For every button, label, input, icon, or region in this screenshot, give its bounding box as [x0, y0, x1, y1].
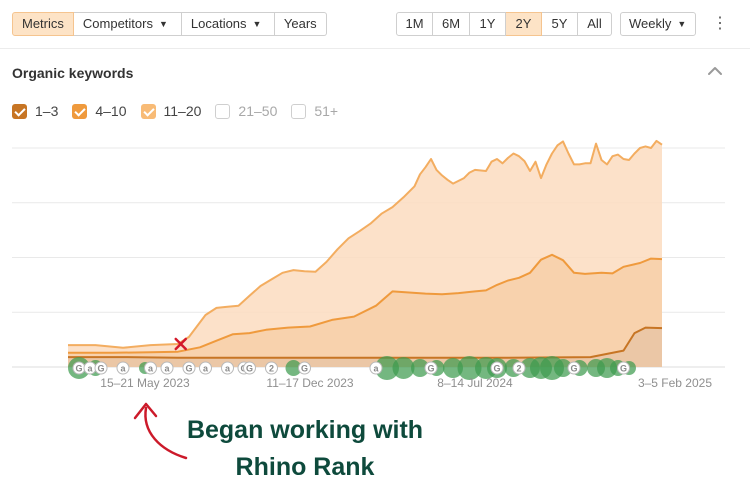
google-event-glyph: G	[75, 364, 82, 374]
range-selector: 1M 6M 1Y 2Y 5Y All	[396, 12, 612, 36]
view-tabs: Metrics Competitors ▼ Locations ▼ Years	[12, 12, 327, 36]
google-event-glyph: G	[185, 364, 192, 374]
legend-label: 11–20	[163, 103, 202, 119]
checkbox-unchecked-icon[interactable]	[291, 103, 307, 119]
range-6m-button[interactable]: 6M	[433, 12, 470, 36]
x-tick-label: 3–5 Feb 2025	[638, 376, 712, 390]
legend-label: 1–3	[35, 103, 59, 119]
google-event-glyph: G	[620, 364, 627, 374]
competitors-dropdown[interactable]: Competitors ▼	[73, 12, 182, 36]
competitors-label: Competitors	[82, 16, 153, 31]
legend: 1–3 4–10 11–20 21–50 51+	[12, 101, 352, 121]
toolbar: Metrics Competitors ▼ Locations ▼ Years 1M…	[12, 12, 738, 36]
google-event-glyph: G	[97, 364, 104, 374]
interval-dropdown[interactable]: Weekly ▼	[620, 12, 696, 36]
legend-item-11-20[interactable]: 11–20	[140, 101, 202, 121]
legend-label: 21–50	[238, 103, 278, 119]
checkbox-checked-icon[interactable]	[140, 103, 156, 119]
kebab-icon[interactable]: ⋮	[712, 14, 728, 34]
checkbox-checked-icon[interactable]	[72, 103, 88, 119]
tab-metrics[interactable]: Metrics	[12, 12, 74, 36]
interval-label: Weekly	[629, 16, 672, 31]
google-event-glyph: G	[570, 364, 577, 374]
legend-item-4-10[interactable]: 4–10	[72, 101, 127, 121]
range-5y-button[interactable]: 5Y	[542, 12, 578, 36]
checkbox-checked-icon[interactable]	[12, 103, 27, 119]
x-tick-label: 15–21 May 2023	[100, 376, 190, 390]
chevron-up-icon[interactable]	[706, 62, 724, 80]
google-event-glyph: G	[246, 364, 253, 374]
tab-years[interactable]: Years	[274, 12, 327, 36]
range-5y-label: 5Y	[551, 16, 568, 31]
two-event-glyph: 2	[516, 364, 521, 374]
organic-keywords-chart: GaGaaaGaaGG2GaGG2GG15–21 May 202311–17 D…	[12, 139, 725, 390]
legend-label: 4–10	[95, 103, 127, 119]
divider	[0, 48, 750, 49]
x-tick-label: 8–14 Jul 2024	[437, 376, 513, 390]
caret-down-icon: ▼	[677, 19, 687, 29]
checkbox-unchecked-icon[interactable]	[215, 103, 231, 119]
legend-item-21-50[interactable]: 21–50	[215, 101, 277, 121]
legend-item-1-3[interactable]: 1–3	[12, 101, 58, 121]
locations-label: Locations	[190, 16, 247, 31]
locations-dropdown[interactable]: Locations ▼	[181, 12, 275, 36]
range-2y-button[interactable]: 2Y	[506, 12, 542, 36]
legend-item-51-plus[interactable]: 51+	[291, 101, 338, 121]
range-1m-button[interactable]: 1M	[396, 12, 433, 36]
google-event-glyph: G	[427, 364, 434, 374]
panel-title: Organic keywords	[12, 65, 134, 81]
range-1y-button[interactable]: 1Y	[470, 12, 506, 36]
legend-label: 51+	[314, 103, 339, 119]
google-event-glyph: G	[493, 364, 500, 374]
two-event-glyph: 2	[269, 364, 274, 374]
x-tick-label: 11–17 Dec 2023	[266, 376, 354, 390]
range-6m-label: 6M	[441, 16, 461, 31]
caret-down-icon: ▼	[158, 19, 168, 29]
caret-down-icon: ▼	[252, 19, 262, 29]
range-1y-label: 1Y	[479, 16, 496, 31]
tab-years-label: Years	[283, 16, 317, 31]
google-event-glyph: G	[301, 364, 308, 374]
arrow-head-icon	[133, 402, 158, 420]
tab-metrics-label: Metrics	[22, 16, 64, 31]
annotation-line-1: Began working with	[186, 416, 424, 444]
annotation-line-2: Rhino Rank	[235, 453, 375, 481]
range-1m-label: 1M	[405, 16, 424, 31]
range-2y-label: 2Y	[515, 16, 532, 31]
range-all-button[interactable]: All	[578, 12, 612, 36]
range-all-label: All	[587, 16, 602, 31]
annotation-text: Began working with Rhino Rank	[160, 412, 450, 486]
